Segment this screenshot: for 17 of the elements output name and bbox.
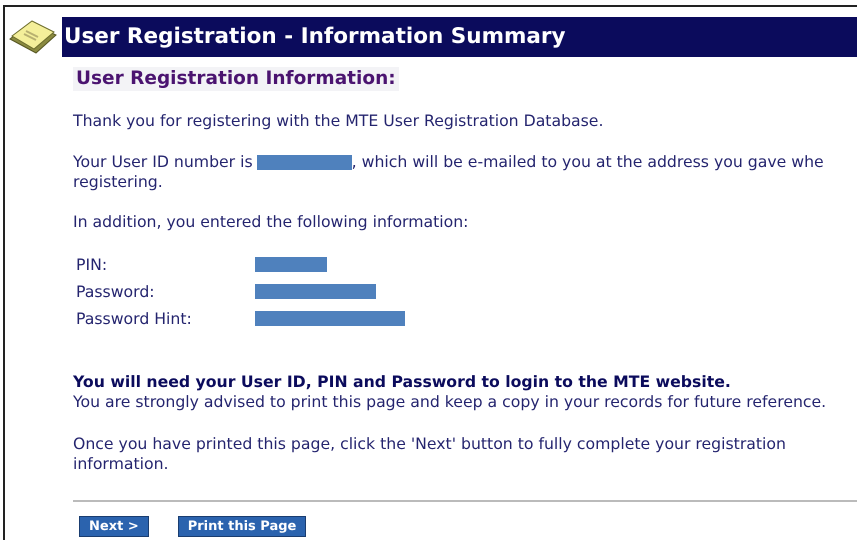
intro-text: In addition, you entered the following information:	[73, 212, 470, 232]
document-stack-icon	[8, 19, 58, 55]
section-heading: User Registration Information:	[73, 67, 399, 91]
user-id-text: Your User ID number is	[73, 152, 253, 172]
action-button[interactable]: Next >	[79, 516, 149, 537]
instructions-text: Once you have printed this page, click the 'Next' button to fully complete your registration information.	[73, 434, 787, 474]
notice-text: You will need your User ID, PIN and Password to login to the MTE website.	[73, 372, 732, 392]
user-id-text: registering.	[73, 172, 164, 192]
field-label: Password:	[76, 282, 156, 302]
field-label: PIN:	[76, 254, 108, 274]
redaction-block	[255, 257, 327, 272]
thank-you-text: Thank you for registering with the MTE User Registration Database.	[73, 111, 604, 131]
advice-text: You are strongly advised to print this page and keep a copy in your records for future reference.	[73, 392, 828, 412]
field-label: Password Hint:	[76, 308, 193, 328]
user-id-text: , which will be e-mailed to you at the address you gave whe	[352, 152, 824, 172]
page-title: User Registration - Information Summary	[64, 27, 566, 47]
action-button[interactable]: Print this Page	[178, 516, 306, 537]
